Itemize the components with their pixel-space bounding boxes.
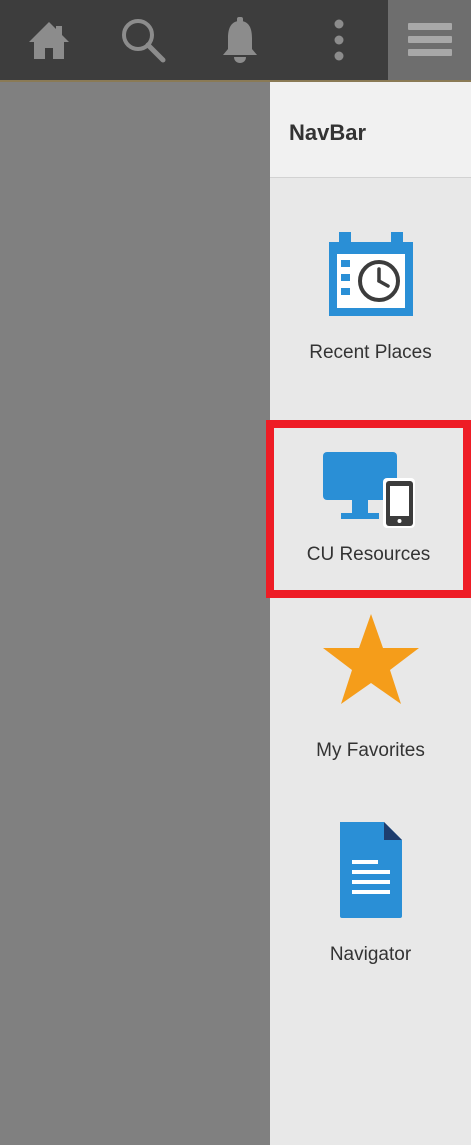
top-toolbar: [0, 0, 471, 82]
devices-icon: [322, 452, 415, 528]
navbar-button[interactable]: [388, 0, 471, 80]
navbar-item-my-favorites[interactable]: My Favorites: [270, 612, 471, 772]
navbar-title: NavBar: [289, 120, 367, 145]
hamburger-menu-icon: [407, 23, 452, 56]
navbar-item-label: CU Resources: [306, 544, 431, 565]
navbar-item-label: Recent Places: [309, 342, 432, 363]
notifications-button[interactable]: [205, 0, 275, 80]
navbar-item-label: Navigator: [329, 944, 412, 965]
navbar-panel: NavBar Recent Places CU Resources My Fav…: [266, 82, 471, 1145]
navbar-item-recent-places[interactable]: Recent Places: [270, 218, 471, 378]
modal-backdrop[interactable]: [0, 82, 270, 1145]
navbar-item-navigator[interactable]: Navigator: [270, 820, 471, 980]
home-button[interactable]: [14, 0, 84, 80]
navbar-header: NavBar: [270, 82, 471, 178]
home-icon: [29, 22, 69, 59]
calendar-clock-icon: [328, 232, 413, 316]
star-icon: [322, 614, 419, 704]
navbar-item-cu-resources[interactable]: CU Resources: [266, 420, 471, 598]
bell-icon: [223, 17, 257, 63]
search-button[interactable]: [108, 0, 178, 80]
search-icon: [122, 19, 166, 63]
navbar-item-label: My Favorites: [316, 740, 425, 761]
more-vertical-icon: [334, 19, 344, 61]
actions-menu-button[interactable]: [304, 0, 374, 80]
document-icon: [339, 822, 402, 918]
app-window: NavBar Recent Places CU Resources My Fav…: [0, 0, 471, 1145]
